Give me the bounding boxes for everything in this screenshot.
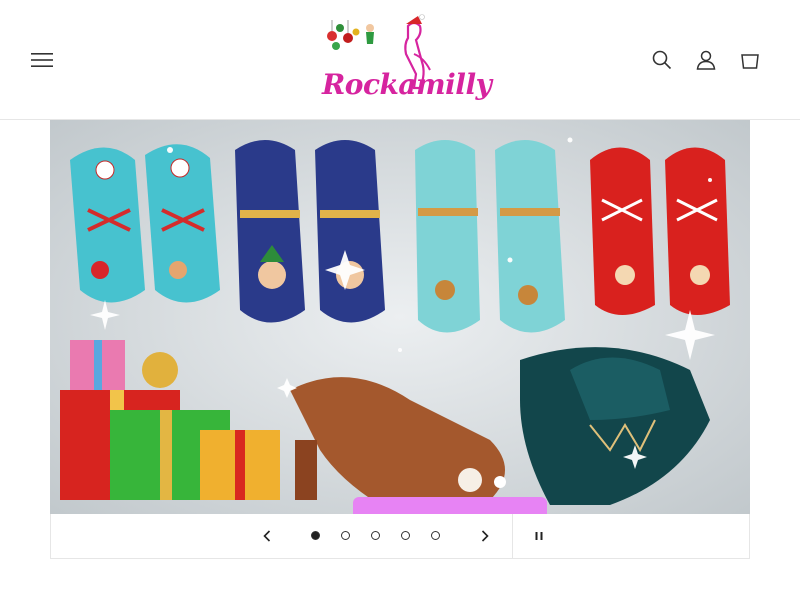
account-icon [696, 50, 716, 70]
menu-button[interactable] [22, 40, 62, 80]
chevron-left-icon [263, 530, 271, 542]
logo-wordmark: Rockamilly [322, 68, 492, 101]
pause-slideshow-button[interactable] [529, 526, 549, 546]
search-button[interactable] [642, 40, 682, 80]
hero-slideshow: Hot Chocolate [50, 120, 750, 514]
slide-pagination [51, 514, 513, 559]
account-button[interactable] [686, 40, 726, 80]
cart-button[interactable] [730, 40, 770, 80]
previous-slide-button[interactable] [257, 526, 277, 546]
site-header: Rockamilly [0, 0, 800, 120]
slide-dot-5[interactable] [431, 531, 440, 540]
chevron-right-icon [481, 530, 489, 542]
store-logo[interactable]: Rockamilly [310, 14, 492, 104]
next-slide-button[interactable] [475, 526, 495, 546]
slideshow-controls [50, 514, 750, 559]
hamburger-menu-icon [31, 53, 53, 67]
slide-dot-1[interactable] [311, 531, 320, 540]
slide-dot-2[interactable] [341, 531, 350, 540]
slide-image [50, 120, 750, 514]
search-icon [652, 50, 672, 70]
cart-icon [741, 54, 759, 69]
slide-dot-3[interactable] [371, 531, 380, 540]
slide-dot-4[interactable] [401, 531, 410, 540]
pause-icon [535, 532, 543, 540]
slide-cta-button[interactable]: Hot Chocolate [353, 497, 547, 514]
